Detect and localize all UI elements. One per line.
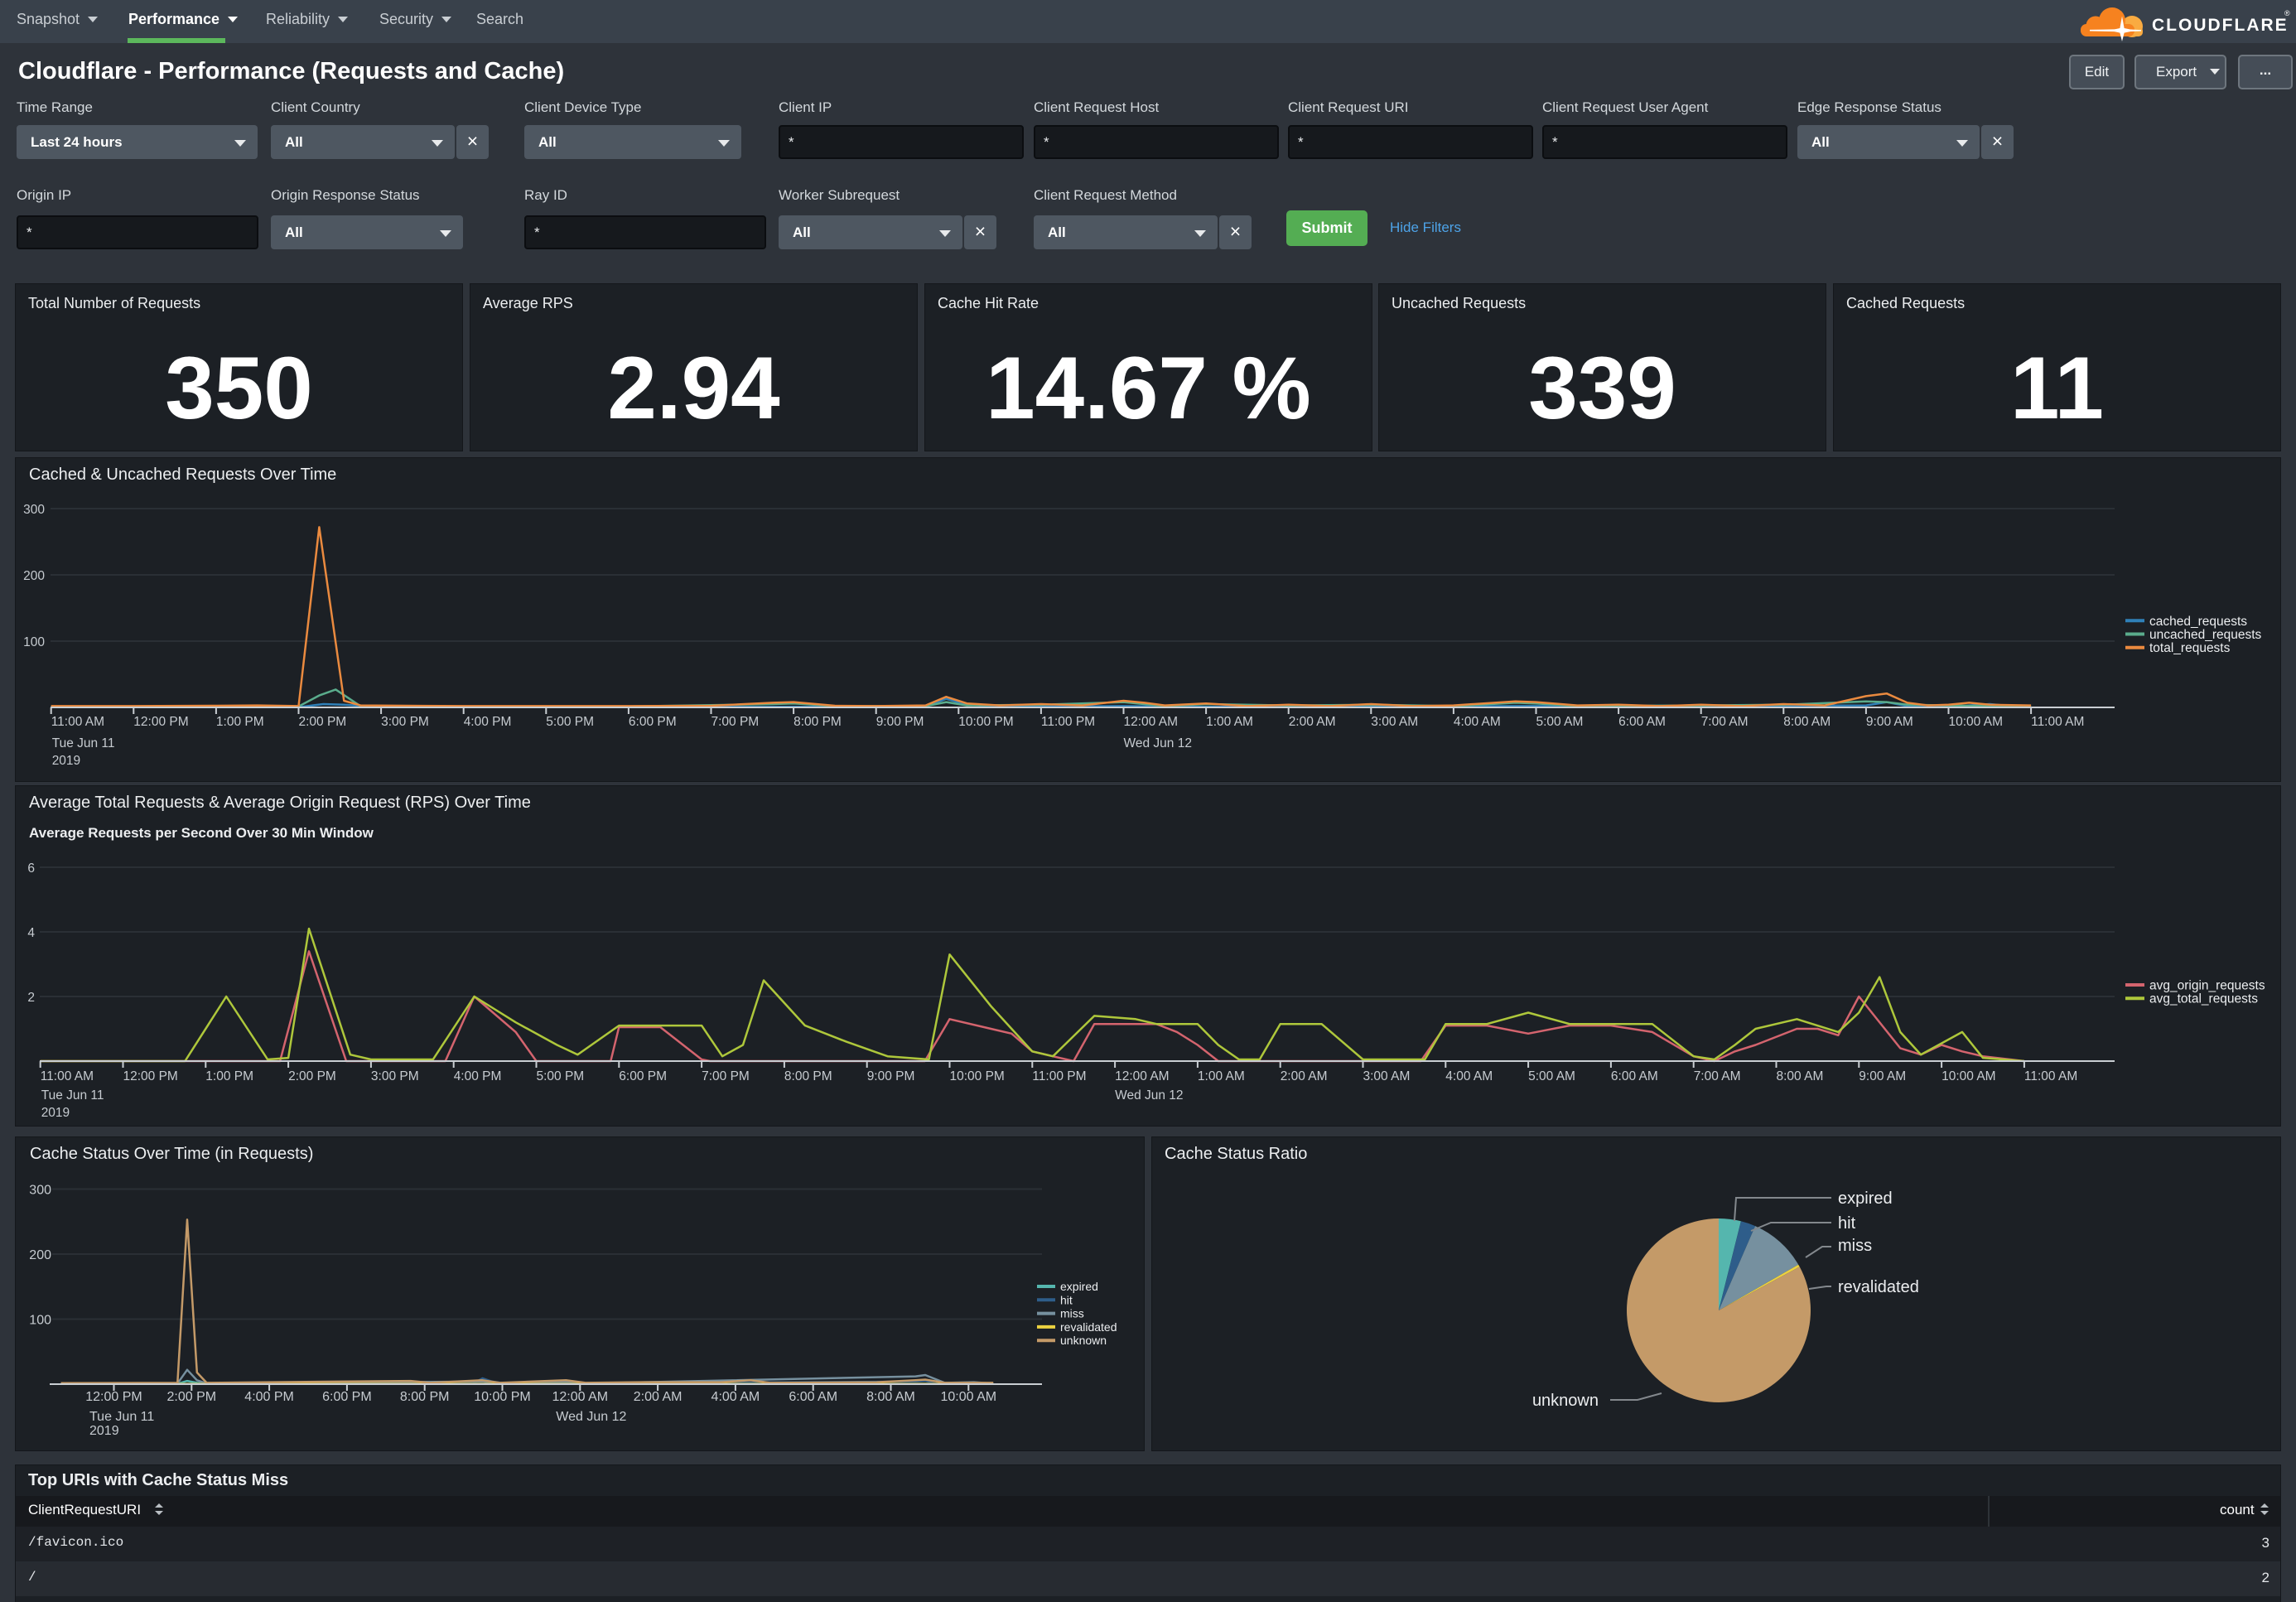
svg-text:5:00 PM: 5:00 PM <box>537 1069 585 1083</box>
svg-text:2019: 2019 <box>41 1106 70 1120</box>
svg-text:revalidated: revalidated <box>1060 1320 1117 1334</box>
svg-text:11:00 PM: 11:00 PM <box>1041 715 1095 729</box>
svg-text:1:00 AM: 1:00 AM <box>1206 715 1253 729</box>
svg-text:2: 2 <box>27 991 35 1005</box>
svg-text:6:00 PM: 6:00 PM <box>619 1069 667 1083</box>
svg-text:hit: hit <box>1838 1214 1856 1233</box>
svg-text:6:00 AM: 6:00 AM <box>1618 715 1666 729</box>
svg-text:7:00 PM: 7:00 PM <box>702 1069 750 1083</box>
svg-text:3:00 AM: 3:00 AM <box>1371 715 1418 729</box>
svg-text:11:00 AM: 11:00 AM <box>51 715 104 729</box>
svg-text:8:00 AM: 8:00 AM <box>1777 1069 1824 1083</box>
svg-text:11:00 PM: 11:00 PM <box>1032 1069 1086 1083</box>
svg-text:11:00 AM: 11:00 AM <box>41 1069 94 1083</box>
svg-text:avg_total_requests: avg_total_requests <box>2149 992 2258 1006</box>
svg-text:7:00 PM: 7:00 PM <box>711 715 760 729</box>
svg-text:8:00 PM: 8:00 PM <box>784 1069 832 1083</box>
svg-text:3:00 PM: 3:00 PM <box>371 1069 419 1083</box>
svg-text:CLOUDFLARE: CLOUDFLARE <box>2152 16 2289 35</box>
svg-text:hit: hit <box>1060 1293 1073 1306</box>
svg-text:8:00 AM: 8:00 AM <box>1783 715 1831 729</box>
svg-text:4: 4 <box>27 926 35 940</box>
svg-text:5:00 PM: 5:00 PM <box>546 715 594 729</box>
svg-text:4:00 PM: 4:00 PM <box>244 1390 294 1404</box>
svg-text:4:00 PM: 4:00 PM <box>454 1069 502 1083</box>
svg-text:12:00 PM: 12:00 PM <box>123 1069 178 1083</box>
svg-text:9:00 PM: 9:00 PM <box>867 1069 915 1083</box>
svg-text:miss: miss <box>1060 1307 1084 1320</box>
svg-text:9:00 PM: 9:00 PM <box>876 715 924 729</box>
svg-text:2:00 AM: 2:00 AM <box>634 1390 683 1404</box>
svg-text:Wed Jun 12: Wed Jun 12 <box>1124 736 1192 750</box>
svg-text:total_requests: total_requests <box>2149 641 2231 655</box>
svg-text:7:00 AM: 7:00 AM <box>1701 715 1749 729</box>
svg-text:10:00 AM: 10:00 AM <box>1941 1069 1996 1083</box>
svg-text:3:00 PM: 3:00 PM <box>381 715 429 729</box>
svg-text:6: 6 <box>27 861 35 876</box>
svg-text:8:00 AM: 8:00 AM <box>866 1390 915 1404</box>
svg-text:1:00 PM: 1:00 PM <box>205 1069 253 1083</box>
svg-text:Tue Jun 11: Tue Jun 11 <box>41 1088 104 1103</box>
svg-text:9:00 AM: 9:00 AM <box>1866 715 1913 729</box>
svg-text:300: 300 <box>29 1184 51 1198</box>
svg-text:Wed Jun 12: Wed Jun 12 <box>556 1410 626 1424</box>
svg-text:4:00 AM: 4:00 AM <box>1454 715 1501 729</box>
svg-text:4:00 PM: 4:00 PM <box>464 715 512 729</box>
svg-text:200: 200 <box>23 569 45 583</box>
svg-text:Tue Jun 11: Tue Jun 11 <box>52 736 115 750</box>
svg-text:miss: miss <box>1838 1237 1872 1255</box>
svg-text:1:00 PM: 1:00 PM <box>216 715 264 729</box>
svg-text:12:00 PM: 12:00 PM <box>133 715 188 729</box>
svg-text:7:00 AM: 7:00 AM <box>1694 1069 1741 1083</box>
svg-text:12:00 PM: 12:00 PM <box>85 1390 142 1404</box>
svg-text:12:00 AM: 12:00 AM <box>1124 715 1179 729</box>
svg-text:6:00 PM: 6:00 PM <box>629 715 677 729</box>
svg-text:4:00 AM: 4:00 AM <box>1445 1069 1493 1083</box>
svg-text:2:00 PM: 2:00 PM <box>299 715 347 729</box>
svg-text:®: ® <box>2284 9 2290 17</box>
svg-text:12:00 AM: 12:00 AM <box>552 1390 608 1404</box>
svg-text:2:00 PM: 2:00 PM <box>288 1069 336 1083</box>
svg-text:12:00 AM: 12:00 AM <box>1115 1069 1170 1083</box>
svg-text:6:00 AM: 6:00 AM <box>789 1390 837 1404</box>
svg-text:2019: 2019 <box>52 754 80 768</box>
svg-text:2:00 PM: 2:00 PM <box>167 1390 217 1404</box>
svg-text:2019: 2019 <box>89 1424 119 1438</box>
svg-text:8:00 PM: 8:00 PM <box>793 715 842 729</box>
svg-text:11:00 AM: 11:00 AM <box>2031 715 2084 729</box>
svg-text:unknown: unknown <box>1060 1334 1107 1347</box>
svg-text:5:00 AM: 5:00 AM <box>1536 715 1584 729</box>
svg-text:10:00 PM: 10:00 PM <box>958 715 1013 729</box>
svg-text:avg_origin_requests: avg_origin_requests <box>2149 979 2265 993</box>
svg-text:Tue Jun 11: Tue Jun 11 <box>89 1410 154 1424</box>
svg-text:10:00 PM: 10:00 PM <box>950 1069 1005 1083</box>
svg-text:200: 200 <box>29 1248 51 1262</box>
svg-text:revalidated: revalidated <box>1838 1278 1919 1296</box>
svg-text:2:00 AM: 2:00 AM <box>1289 715 1336 729</box>
svg-text:10:00 PM: 10:00 PM <box>474 1390 530 1404</box>
svg-text:8:00 PM: 8:00 PM <box>400 1390 450 1404</box>
svg-text:11:00 AM: 11:00 AM <box>2024 1069 2077 1083</box>
svg-text:9:00 AM: 9:00 AM <box>1859 1069 1906 1083</box>
svg-text:2:00 AM: 2:00 AM <box>1281 1069 1328 1083</box>
svg-text:1:00 AM: 1:00 AM <box>1198 1069 1245 1083</box>
svg-text:5:00 AM: 5:00 AM <box>1528 1069 1575 1083</box>
svg-text:6:00 AM: 6:00 AM <box>1611 1069 1658 1083</box>
svg-text:10:00 AM: 10:00 AM <box>940 1390 996 1404</box>
svg-text:6:00 PM: 6:00 PM <box>322 1390 372 1404</box>
svg-text:cached_requests: cached_requests <box>2149 615 2247 629</box>
svg-text:10:00 AM: 10:00 AM <box>1949 715 2004 729</box>
svg-text:expired: expired <box>1838 1189 1893 1208</box>
svg-text:100: 100 <box>29 1314 51 1328</box>
svg-text:100: 100 <box>23 635 45 649</box>
svg-text:4:00 AM: 4:00 AM <box>711 1390 760 1404</box>
svg-text:uncached_requests: uncached_requests <box>2149 628 2262 642</box>
svg-text:300: 300 <box>23 503 45 517</box>
svg-text:Wed Jun 12: Wed Jun 12 <box>1115 1088 1183 1103</box>
svg-text:3:00 AM: 3:00 AM <box>1363 1069 1411 1083</box>
svg-text:expired: expired <box>1060 1280 1098 1293</box>
svg-text:unknown: unknown <box>1532 1392 1599 1410</box>
